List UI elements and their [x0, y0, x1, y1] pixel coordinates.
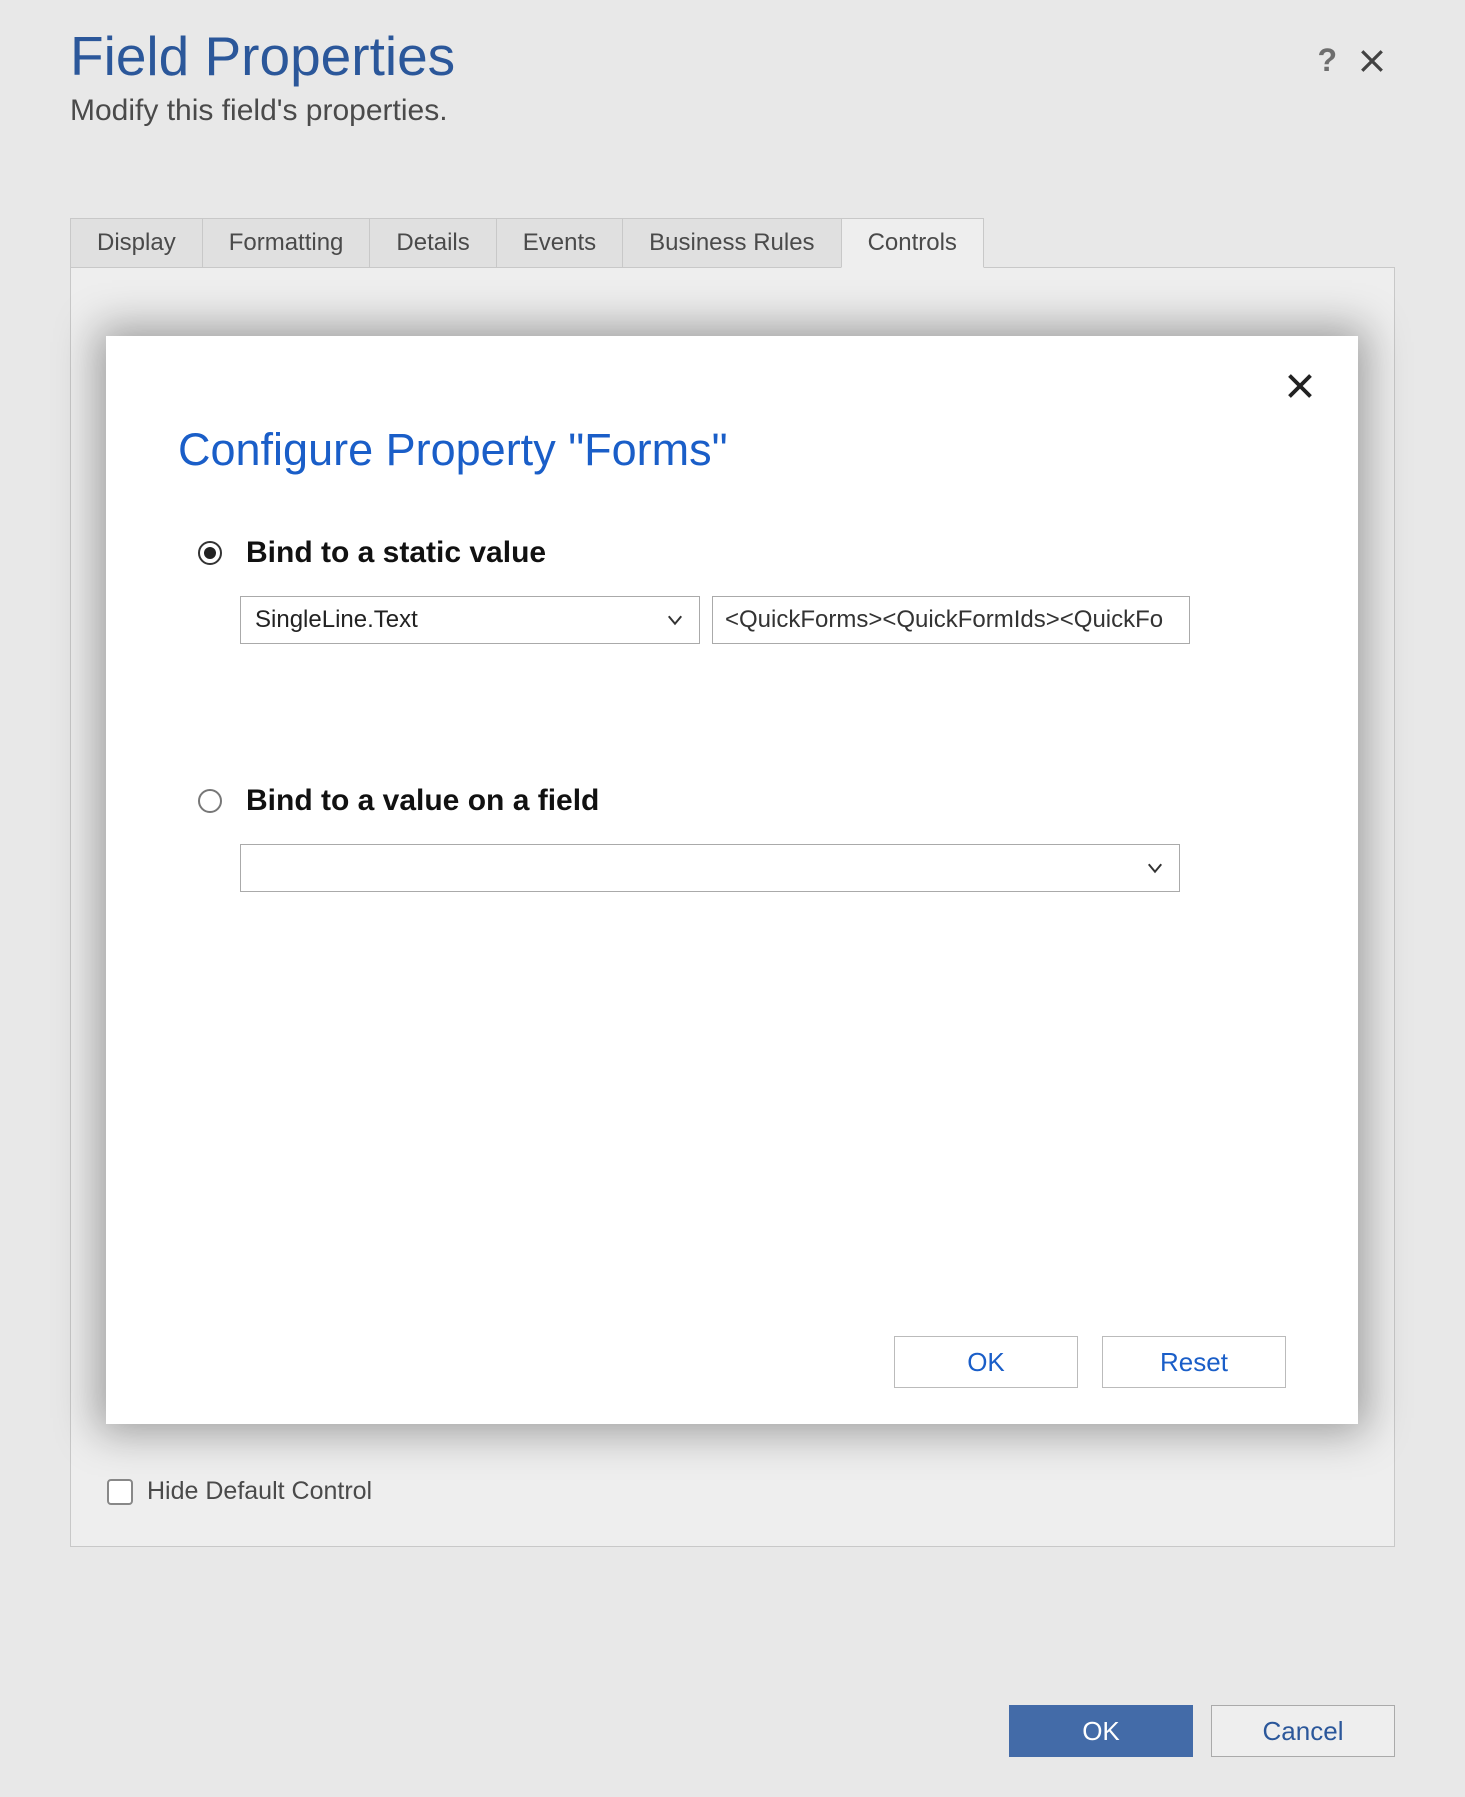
static-value-input[interactable]	[712, 596, 1190, 644]
help-icon[interactable]: ?	[1317, 42, 1337, 79]
tab-events[interactable]: Events	[496, 218, 623, 268]
ok-button[interactable]: OK	[1009, 1705, 1193, 1757]
bind-field-radio-row[interactable]: Bind to a value on a field	[198, 784, 1286, 818]
tab-display[interactable]: Display	[70, 218, 203, 268]
bind-static-content: SingleLine.Text	[240, 596, 1286, 644]
bind-static-radio-row[interactable]: Bind to a static value	[198, 536, 1286, 570]
bind-field-label: Bind to a value on a field	[246, 784, 599, 818]
tab-business-rules[interactable]: Business Rules	[622, 218, 841, 268]
tab-details[interactable]: Details	[369, 218, 496, 268]
modal-title: Configure Property "Forms"	[178, 424, 1286, 476]
close-icon[interactable]	[1359, 48, 1385, 74]
cancel-button[interactable]: Cancel	[1211, 1705, 1395, 1757]
bind-field-content	[240, 844, 1286, 892]
chevron-down-icon	[665, 610, 685, 630]
static-type-select[interactable]: SingleLine.Text	[240, 596, 700, 644]
bind-static-radio[interactable]	[198, 541, 222, 565]
field-select[interactable]	[240, 844, 1180, 892]
radio-selected-icon	[204, 547, 216, 559]
tab-formatting[interactable]: Formatting	[202, 218, 371, 268]
page-footer: OK Cancel	[1009, 1705, 1395, 1757]
page-title: Field Properties	[70, 24, 1395, 88]
tabs-row: Display Formatting Details Events Busine…	[70, 218, 1395, 268]
chevron-down-icon	[1145, 858, 1165, 878]
tab-controls[interactable]: Controls	[841, 218, 984, 268]
static-type-select-value: SingleLine.Text	[255, 606, 418, 634]
modal-close-icon[interactable]	[1286, 372, 1314, 400]
hide-default-control-checkbox[interactable]	[107, 1479, 133, 1505]
bind-static-section: Bind to a static value SingleLine.Text	[178, 536, 1286, 644]
modal-footer: OK Reset	[894, 1336, 1286, 1388]
page-header-actions: ?	[1317, 42, 1385, 79]
configure-property-modal: Configure Property "Forms" Bind to a sta…	[106, 336, 1358, 1424]
modal-reset-button[interactable]: Reset	[1102, 1336, 1286, 1388]
page-header: Field Properties Modify this field's pro…	[70, 24, 1395, 128]
modal-ok-button[interactable]: OK	[894, 1336, 1078, 1388]
hide-default-control-row: Hide Default Control	[107, 1477, 372, 1506]
page-subtitle: Modify this field's properties.	[70, 94, 1395, 128]
hide-default-control-label: Hide Default Control	[147, 1477, 372, 1506]
bind-field-section: Bind to a value on a field	[178, 784, 1286, 892]
bind-static-label: Bind to a static value	[246, 536, 546, 570]
bind-field-radio[interactable]	[198, 789, 222, 813]
